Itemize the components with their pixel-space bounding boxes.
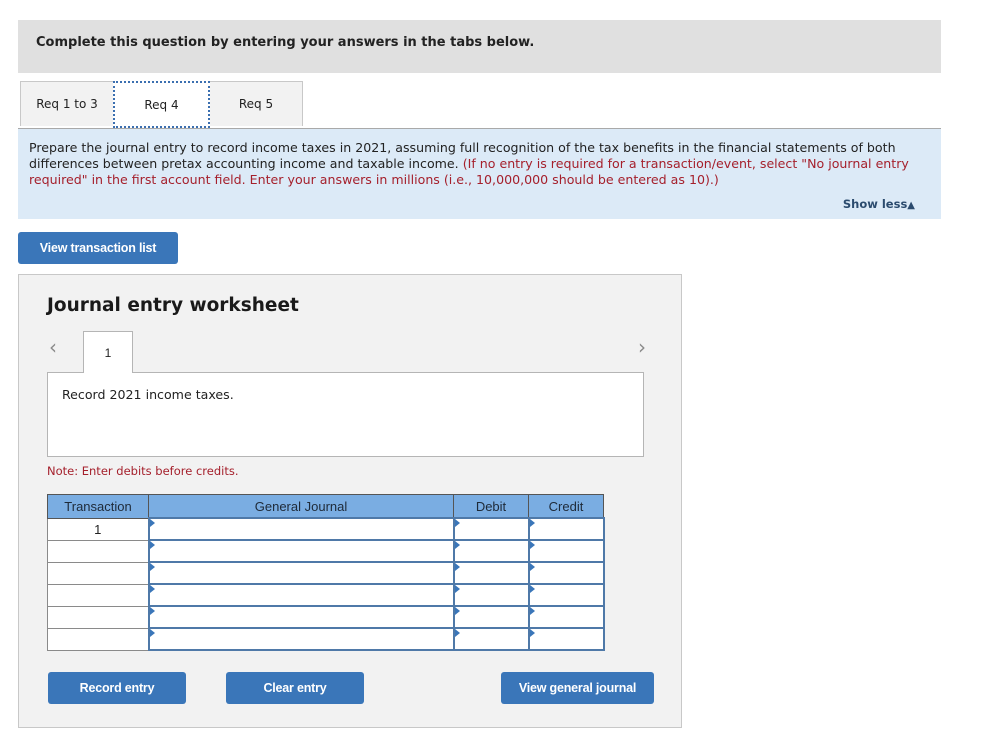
triangle-up-icon: ▲ (907, 200, 915, 211)
view-transaction-list-button[interactable]: View transaction list (18, 232, 178, 264)
credit-field[interactable] (527, 561, 605, 585)
table-header-row: Transaction General Journal Debit Credit (47, 494, 604, 519)
debit-field[interactable] (452, 517, 530, 541)
dropdown-marker-icon (149, 519, 155, 527)
table-row (47, 627, 605, 651)
dropdown-marker-icon (149, 585, 155, 593)
account-field[interactable] (147, 605, 455, 629)
chevron-right-icon[interactable]: › (638, 335, 646, 359)
debit-field[interactable] (452, 627, 530, 651)
input-marker-icon (529, 563, 535, 571)
debits-note: Note: Enter debits before credits. (47, 464, 239, 478)
input-marker-icon (454, 519, 460, 527)
header-credit: Credit (528, 494, 604, 519)
instructions-text: Prepare the journal entry to record inco… (29, 140, 934, 188)
table-row (47, 583, 605, 607)
dropdown-marker-icon (149, 629, 155, 637)
input-marker-icon (529, 585, 535, 593)
show-less-link[interactable]: Show less▲ (843, 197, 915, 211)
table-row (47, 561, 605, 585)
transaction-cell: 1 (47, 517, 149, 541)
clear-entry-button[interactable]: Clear entry (226, 672, 364, 704)
transaction-cell (47, 561, 149, 585)
account-field[interactable] (147, 517, 455, 541)
entry-tab-1[interactable]: 1 (83, 331, 133, 373)
input-marker-icon (529, 607, 535, 615)
transaction-cell (47, 539, 149, 563)
input-marker-icon (529, 629, 535, 637)
tab-req-4[interactable]: Req 4 (113, 81, 210, 128)
credit-field[interactable] (527, 605, 605, 629)
input-marker-icon (529, 519, 535, 527)
account-field[interactable] (147, 539, 455, 563)
input-marker-icon (454, 563, 460, 571)
instructions-panel: Prepare the journal entry to record inco… (18, 128, 941, 219)
entry-description: Record 2021 income taxes. (62, 387, 234, 402)
dropdown-marker-icon (149, 607, 155, 615)
table-row (47, 605, 605, 629)
transaction-cell (47, 627, 149, 651)
header-general-journal: General Journal (148, 494, 454, 519)
dropdown-marker-icon (149, 563, 155, 571)
banner-text: Complete this question by entering your … (36, 35, 535, 50)
view-general-journal-button[interactable]: View general journal (501, 672, 654, 704)
input-marker-icon (529, 541, 535, 549)
input-marker-icon (454, 629, 460, 637)
transaction-cell (47, 605, 149, 629)
debit-field[interactable] (452, 605, 530, 629)
table-row: 1 (47, 517, 605, 541)
input-marker-icon (454, 541, 460, 549)
instructions-banner: Complete this question by entering your … (18, 20, 941, 73)
input-marker-icon (454, 585, 460, 593)
chevron-left-icon[interactable]: ‹ (49, 335, 57, 359)
journal-entry-worksheet: Journal entry worksheet ‹ 1 › Record 202… (18, 274, 682, 728)
credit-field[interactable] (527, 539, 605, 563)
debit-field[interactable] (452, 539, 530, 563)
header-debit: Debit (453, 494, 529, 519)
credit-field[interactable] (527, 517, 605, 541)
credit-field[interactable] (527, 583, 605, 607)
record-entry-button[interactable]: Record entry (48, 672, 186, 704)
table-row (47, 539, 605, 563)
journal-table: Transaction General Journal Debit Credit… (47, 494, 605, 651)
account-field[interactable] (147, 627, 455, 651)
header-transaction: Transaction (47, 494, 149, 519)
tab-req-1-to-3[interactable]: Req 1 to 3 (20, 81, 114, 126)
tab-req-5[interactable]: Req 5 (209, 81, 303, 126)
input-marker-icon (454, 607, 460, 615)
dropdown-marker-icon (149, 541, 155, 549)
entry-description-box: Record 2021 income taxes. (47, 372, 644, 457)
worksheet-title: Journal entry worksheet (47, 295, 299, 316)
credit-field[interactable] (527, 627, 605, 651)
account-field[interactable] (147, 583, 455, 607)
account-field[interactable] (147, 561, 455, 585)
show-less-label: Show less (842, 197, 908, 211)
transaction-cell (47, 583, 149, 607)
debit-field[interactable] (452, 583, 530, 607)
debit-field[interactable] (452, 561, 530, 585)
